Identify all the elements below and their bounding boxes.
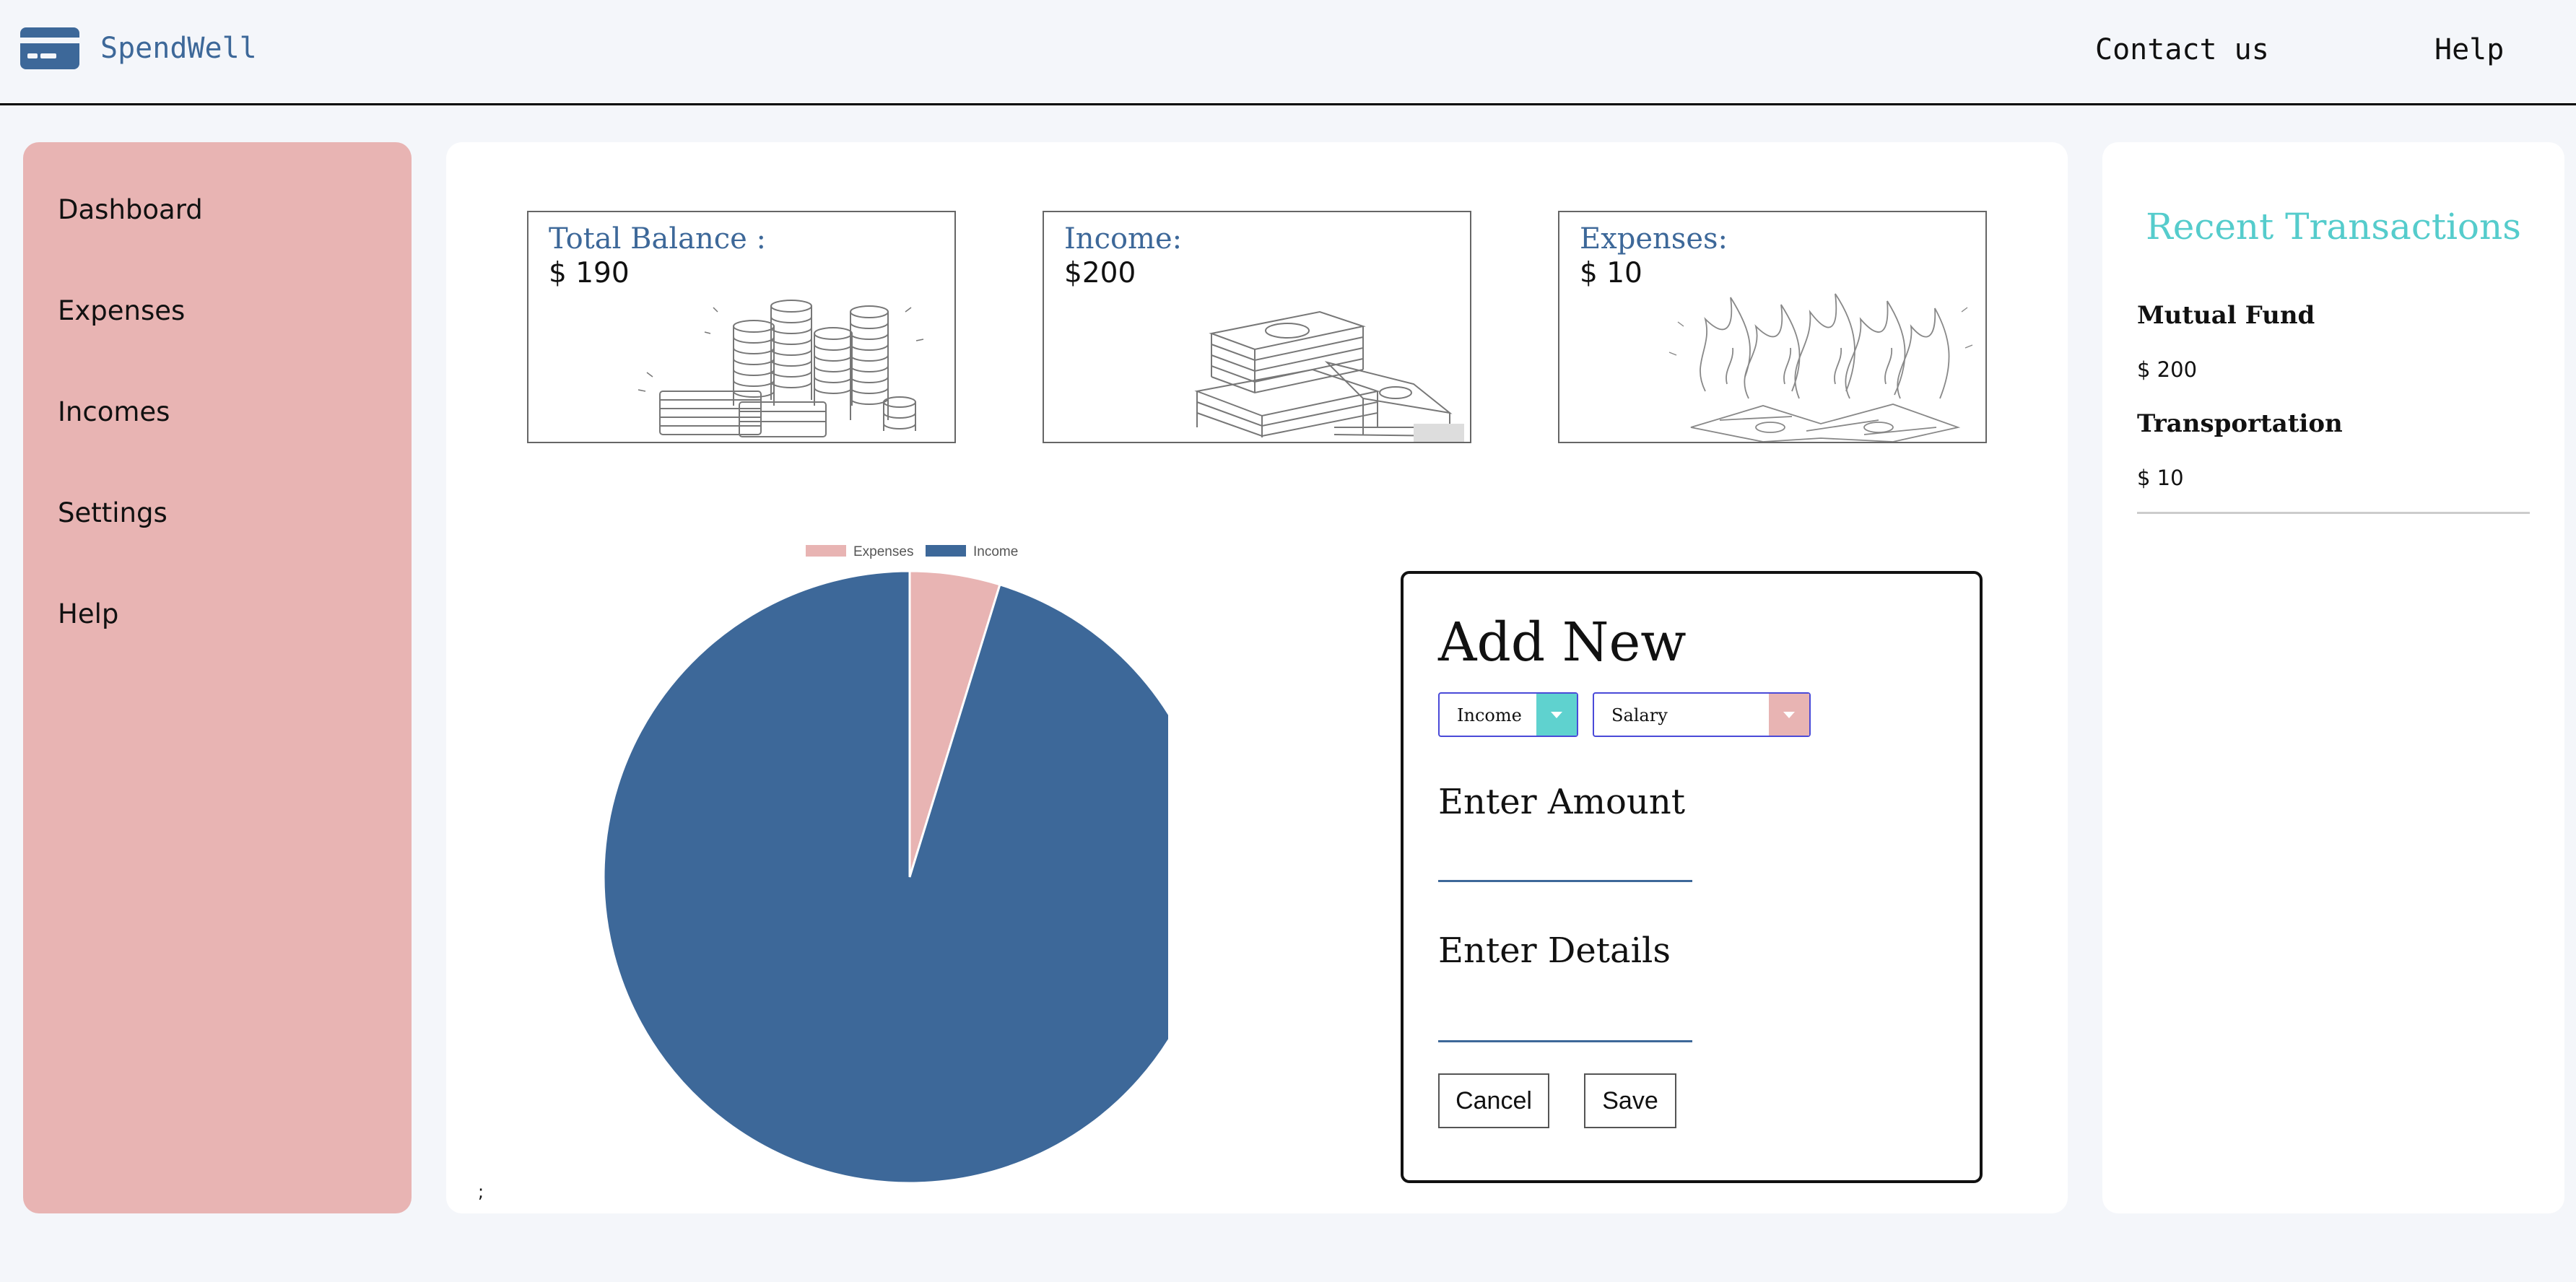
card-title: Income: [1064,222,1183,256]
nav-help[interactable]: Help [2434,33,2504,66]
legend-swatch-income[interactable] [926,545,966,557]
type-select[interactable]: Income [1438,692,1578,737]
card-value: $ 10 [1580,257,1642,289]
card-title: Expenses: [1580,222,1728,256]
add-new-form: Add New Income Salary Enter Amount Enter… [1401,571,1983,1183]
sidebar-item-incomes[interactable]: Incomes [58,396,170,427]
recent-transactions-panel: Recent Transactions Mutual Fund $ 200 Tr… [2102,142,2564,1213]
expense-income-pie-chart: Expenses Income [602,544,1168,1185]
transaction-amount: $ 10 [2137,466,2184,490]
amount-input[interactable] [1438,851,1692,882]
recent-transactions-title: Recent Transactions [2146,206,2521,248]
chevron-down-icon[interactable] [1536,694,1577,736]
pie-slices [602,570,1168,1185]
sidebar-item-dashboard[interactable]: Dashboard [58,194,203,225]
nav-contact-us[interactable]: Contact us [2095,33,2269,66]
sidebar-item-help[interactable]: Help [58,598,118,629]
amount-label: Enter Amount [1438,782,1686,822]
type-select-value: Income [1457,705,1522,725]
main-panel: Total Balance : $ 190 Income: $200 Expen… [446,142,2068,1213]
chart-legend: Expenses Income [806,544,1018,559]
cancel-button[interactable]: Cancel [1438,1073,1549,1128]
brand-name[interactable]: SpendWell [100,32,257,65]
chevron-down-icon[interactable] [1769,694,1809,736]
sidebar-item-settings[interactable]: Settings [58,497,167,528]
card-value: $ 190 [549,257,630,289]
legend-label-income: Income [973,544,1018,559]
total-balance-card: Total Balance : $ 190 [527,211,956,443]
stray-semicolon: ; [478,1182,484,1202]
save-button[interactable]: Save [1584,1073,1676,1128]
sidebar-item-expenses[interactable]: Expenses [58,295,185,326]
credit-card-icon [20,27,79,69]
form-title: Add New [1438,611,1687,673]
top-bar: SpendWell Contact us Help [0,0,2576,105]
transaction-name: Transportation [2137,409,2343,438]
cash-stack-icon [1194,310,1464,442]
divider [2137,512,2530,514]
legend-label-expenses: Expenses [853,544,913,559]
burning-money-icon [1668,293,1973,442]
details-input[interactable] [1438,1011,1692,1042]
category-select-value: Salary [1611,705,1668,725]
income-card: Income: $200 [1043,211,1471,443]
category-select[interactable]: Salary [1593,692,1811,737]
transaction-amount: $ 200 [2137,357,2198,382]
card-value: $200 [1064,257,1136,289]
transaction-name: Mutual Fund [2137,301,2315,330]
details-label: Enter Details [1438,930,1671,971]
card-title: Total Balance : [549,222,766,256]
legend-swatch-expenses[interactable] [806,545,846,557]
coin-stacks-icon [638,300,924,437]
sidebar: Dashboard Expenses Incomes Settings Help [23,142,412,1213]
expenses-card: Expenses: $ 10 [1558,211,1987,443]
pie-slice-income[interactable] [602,570,1168,1185]
